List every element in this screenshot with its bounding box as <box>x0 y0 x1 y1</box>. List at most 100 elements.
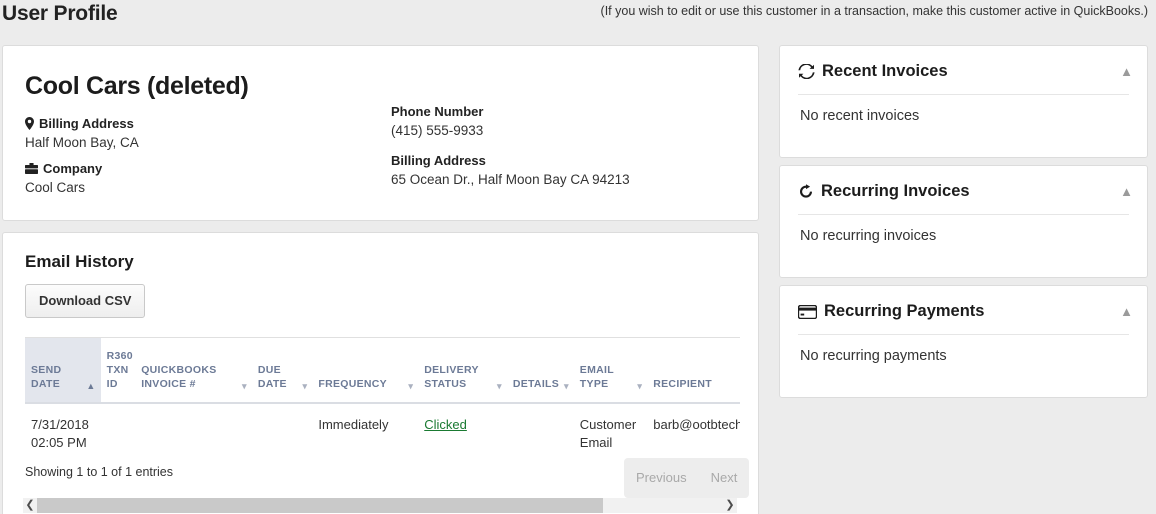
previous-page-button[interactable]: Previous <box>624 458 699 498</box>
customer-profile-card: Cool Cars (deleted) Billing Address Half… <box>2 45 759 221</box>
recent-invoices-title-group: Recent Invoices <box>798 62 948 81</box>
column-header-delivery-status[interactable]: DELIVERY STATUS ▾ <box>418 337 507 404</box>
sort-asc-icon: ▲ <box>86 380 96 391</box>
recurring-invoices-panel: Recurring Invoices ▲ No recurring invoic… <box>779 165 1148 278</box>
chevron-up-icon[interactable]: ▲ <box>1120 305 1133 318</box>
column-header-recipient[interactable]: RECIPIENT <box>647 337 740 404</box>
billing-address-value: Half Moon Bay, CA <box>25 135 139 150</box>
col-delivery-line1: DELIVERY <box>424 364 479 377</box>
scroll-left-icon[interactable]: ❮ <box>23 500 37 511</box>
col-txn-line1: R360 <box>106 350 133 362</box>
column-header-details[interactable]: DETAILS ▾ <box>506 337 574 404</box>
divider <box>798 334 1129 335</box>
cell-delivery-status[interactable]: Clicked <box>418 402 507 461</box>
column-header-quickbooks-invoice[interactable]: QUICKBOOKS INVOICE # ▾ <box>135 337 252 404</box>
cell-recipient: barb@ootbtechnology.c <box>647 402 740 461</box>
recurring-payments-header: Recurring Payments ▲ <box>798 302 1133 321</box>
redo-icon <box>798 184 814 199</box>
recurring-payments-title-group: Recurring Payments <box>798 302 984 321</box>
cell-due-date <box>251 402 313 461</box>
credit-card-icon <box>798 304 817 319</box>
column-header-send-date[interactable]: SEND DATE ▲ <box>25 337 101 404</box>
sort-toggle-icon: ▾ <box>242 380 247 391</box>
recent-invoices-title: Recent Invoices <box>822 62 948 80</box>
email-history-table: SEND DATE ▲ R360 TXN ID QUICKBOOKS INVOI… <box>25 337 740 461</box>
company-label: Company <box>43 161 103 176</box>
table-row[interactable]: 7/31/2018 02:05 PM Immediately Clicked C… <box>25 402 740 461</box>
recurring-payments-panel: Recurring Payments ▲ No recurring paymen… <box>779 285 1148 398</box>
chevron-up-icon[interactable]: ▲ <box>1120 185 1133 198</box>
cell-details <box>506 402 574 461</box>
pagination-controls: Previous Next <box>624 458 750 498</box>
table-header-row: SEND DATE ▲ R360 TXN ID QUICKBOOKS INVOI… <box>25 337 740 404</box>
phone-block: Phone Number (415) 555-9933 <box>391 104 483 138</box>
col-delivery-line2: STATUS <box>424 378 467 391</box>
recurring-payments-empty-text: No recurring payments <box>800 348 947 364</box>
email-type-line2: Email <box>579 435 613 451</box>
map-pin-icon <box>25 117 34 130</box>
sort-toggle-icon: ▾ <box>563 380 569 391</box>
col-details-label: DETAILS <box>512 378 560 391</box>
table-horizontal-scrollbar[interactable]: ❮ ❯ <box>23 498 737 513</box>
cell-email-type: Customer Email <box>573 402 648 461</box>
entries-summary: Showing 1 to 1 of 1 entries <box>25 465 174 479</box>
recent-invoices-header: Recent Invoices ▲ <box>798 62 1133 81</box>
page-title: User Profile <box>2 2 118 25</box>
cell-quickbooks-invoice <box>135 402 252 461</box>
scroll-right-icon[interactable]: ❯ <box>723 500 737 511</box>
col-due-line1: DUE <box>257 364 281 377</box>
sort-toggle-icon: ▾ <box>637 380 643 391</box>
recent-invoices-empty-text: No recent invoices <box>800 108 920 124</box>
phone-value: (415) 555-9933 <box>391 123 484 138</box>
user-profile-page: User Profile (If you wish to edit or use… <box>0 0 1156 514</box>
divider <box>798 214 1129 215</box>
recurring-invoices-title: Recurring Invoices <box>821 182 970 200</box>
recurring-invoices-empty-text: No recurring invoices <box>800 228 937 244</box>
column-header-frequency[interactable]: FREQUENCY ▾ <box>312 337 419 404</box>
col-qb-line1: QUICKBOOKS <box>141 364 217 377</box>
billing-address-block: Billing Address Half Moon Bay, CA <box>25 116 139 150</box>
sort-toggle-icon: ▾ <box>408 380 414 391</box>
divider <box>798 94 1129 95</box>
send-date-time: 02:05 PM <box>31 435 87 451</box>
email-type-line1: Customer <box>579 416 637 432</box>
email-table-viewport: SEND DATE ▲ R360 TXN ID QUICKBOOKS INVOI… <box>25 337 740 461</box>
billing-address-full-label: Billing Address <box>391 153 486 168</box>
col-due-line2: DATE <box>257 378 287 391</box>
next-page-button[interactable]: Next <box>699 458 750 498</box>
col-email-type-line2: TYPE <box>579 378 609 391</box>
col-email-type-line1: EMAIL <box>579 364 614 377</box>
scrollbar-thumb[interactable] <box>37 498 603 513</box>
cell-send-date: 7/31/2018 02:05 PM <box>25 402 101 461</box>
column-header-due-date[interactable]: DUE DATE ▾ <box>251 337 313 404</box>
col-send-date-line2: DATE <box>31 378 61 391</box>
billing-address-label: Billing Address <box>39 116 134 131</box>
recurring-payments-title: Recurring Payments <box>824 302 985 320</box>
recent-invoices-panel: Recent Invoices ▲ No recent invoices <box>779 45 1148 158</box>
delivery-status-link[interactable]: Clicked <box>424 417 467 432</box>
sort-toggle-icon: ▾ <box>496 380 502 391</box>
table-header: SEND DATE ▲ R360 TXN ID QUICKBOOKS INVOI… <box>25 337 740 404</box>
recurring-invoices-title-group: Recurring Invoices <box>798 182 970 201</box>
phone-label: Phone Number <box>391 104 484 119</box>
sort-toggle-icon: ▾ <box>302 380 308 391</box>
billing-address-label-group: Billing Address <box>25 116 139 131</box>
scrollbar-track[interactable] <box>37 498 723 513</box>
chevron-up-icon[interactable]: ▲ <box>1120 65 1133 78</box>
col-send-date-line1: SEND <box>31 364 62 377</box>
company-value: Cool Cars <box>25 180 86 195</box>
company-block: Company Cool Cars <box>25 161 102 195</box>
column-header-email-type[interactable]: EMAIL TYPE ▾ <box>573 337 648 404</box>
download-csv-button[interactable]: Download CSV <box>25 284 146 318</box>
col-recipient-label: RECIPIENT <box>653 378 712 391</box>
billing-address-full-value: 65 Ocean Dr., Half Moon Bay CA 94213 <box>391 172 630 187</box>
cell-frequency: Immediately <box>312 402 419 461</box>
column-header-r360-txn-id[interactable]: R360 TXN ID <box>100 337 136 404</box>
quickbooks-note: (If you wish to edit or use this custome… <box>600 4 1148 18</box>
col-txn-line2: TXN <box>106 364 129 377</box>
col-frequency-label: FREQUENCY <box>318 378 387 391</box>
sync-icon <box>798 64 815 79</box>
send-date-date: 7/31/2018 <box>31 416 89 432</box>
email-history-title: Email History <box>25 252 134 271</box>
briefcase-icon <box>25 163 38 174</box>
